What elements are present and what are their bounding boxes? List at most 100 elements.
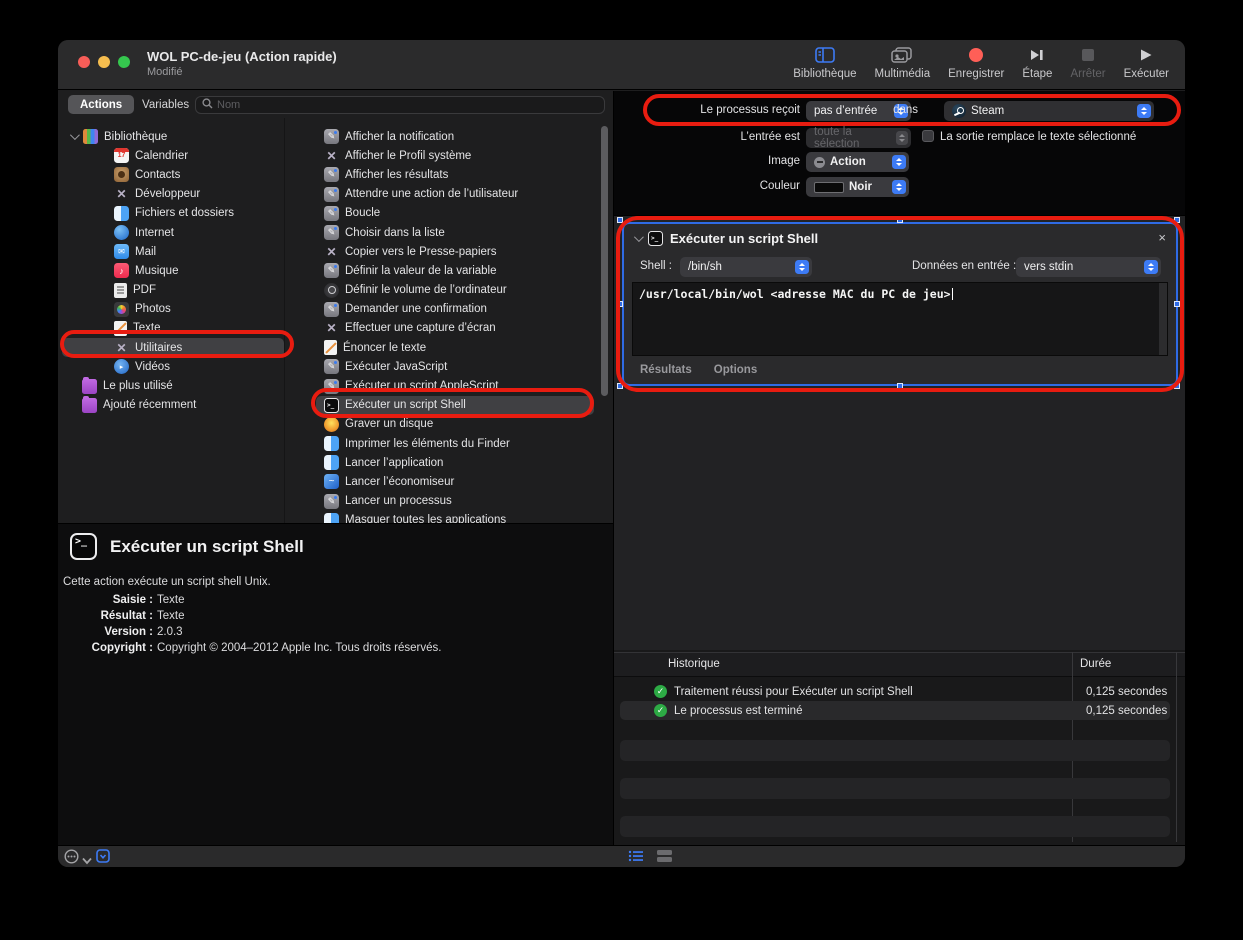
chevron-down-icon[interactable] bbox=[82, 852, 92, 867]
sidebar-item-utilitaires[interactable]: ✕Utilitaires bbox=[58, 338, 284, 357]
history-header: Historique Durée bbox=[614, 652, 1185, 677]
pdf-icon bbox=[114, 283, 127, 298]
results-button[interactable]: Résultats bbox=[640, 364, 692, 376]
selection-handle[interactable] bbox=[617, 217, 623, 223]
sidebar-item-texte[interactable]: Texte bbox=[58, 319, 284, 338]
script-scrollbar-track[interactable] bbox=[1159, 283, 1167, 355]
stdin-popup[interactable]: vers stdin bbox=[1016, 257, 1161, 277]
history-row[interactable]: ✓ Traitement réussi pour Exécuter un scr… bbox=[620, 682, 1170, 701]
minimize-window-button[interactable] bbox=[98, 56, 110, 68]
sidebar-item-videos[interactable]: ▸Vidéos bbox=[58, 357, 284, 376]
sidebar-item-photos[interactable]: Photos bbox=[58, 300, 284, 319]
media-icon bbox=[891, 45, 913, 65]
panels-view-icon[interactable] bbox=[656, 849, 673, 867]
utility-action-icon: ✕ bbox=[324, 244, 339, 259]
log-list-view-icon[interactable] bbox=[628, 849, 644, 867]
selection-handle[interactable] bbox=[617, 383, 623, 389]
close-window-button[interactable] bbox=[78, 56, 90, 68]
tab-actions[interactable]: Actions bbox=[68, 95, 134, 114]
action-list-item[interactable]: Lancer l’application bbox=[310, 453, 600, 472]
script-editor[interactable]: /usr/local/bin/wol <adresse MAC du PC de… bbox=[632, 282, 1168, 356]
shell-popup[interactable]: /bin/sh bbox=[680, 257, 812, 277]
title-bar: WOL PC-de-jeu (Action rapide) Modifié Bi… bbox=[58, 40, 1185, 90]
sidebar-item-ajoute-recemment[interactable]: Ajouté récemment bbox=[58, 396, 284, 415]
action-list-item[interactable]: Énoncer le texte bbox=[310, 338, 600, 357]
selection-handle[interactable] bbox=[897, 383, 903, 389]
image-popup[interactable]: Action bbox=[806, 152, 909, 172]
step-button[interactable]: Étape bbox=[1022, 45, 1052, 80]
contacts-icon bbox=[114, 167, 129, 182]
sidebar-item-calendrier[interactable]: 17Calendrier bbox=[58, 146, 284, 165]
smart-folder-icon bbox=[82, 379, 97, 394]
history-column-title: Historique bbox=[668, 658, 720, 670]
sidebar-item-musique[interactable]: ♪Musique bbox=[58, 261, 284, 280]
history-empty-row bbox=[620, 740, 1170, 761]
action-list-item[interactable]: Graver un disque bbox=[310, 415, 600, 434]
color-popup[interactable]: Noir bbox=[806, 177, 909, 197]
action-list-item[interactable]: ✎Demander une confirmation bbox=[310, 300, 600, 319]
options-button[interactable]: Options bbox=[714, 364, 757, 376]
sidebar-item-contacts[interactable]: Contacts bbox=[58, 165, 284, 184]
output-replaces-checkbox[interactable] bbox=[922, 130, 934, 142]
action-list-item[interactable]: ✎Lancer un processus bbox=[310, 492, 600, 511]
action-list-item[interactable]: ✎Boucle bbox=[310, 204, 600, 223]
tab-variables[interactable]: Variables bbox=[130, 95, 201, 114]
sidebar-item-pdf[interactable]: PDF bbox=[58, 281, 284, 300]
sidebar-item-le-plus-utilise[interactable]: Le plus utilisé bbox=[58, 376, 284, 395]
history-column-divider[interactable] bbox=[1176, 652, 1177, 842]
action-panel-title: Exécuter un script Shell bbox=[670, 231, 818, 246]
search-input[interactable]: Nom bbox=[195, 96, 605, 114]
action-list-item[interactable]: ✎Afficher les résultats bbox=[310, 165, 600, 184]
screensaver-icon: ~ bbox=[324, 474, 339, 489]
mail-icon: ✉ bbox=[114, 244, 129, 259]
window-status: Modifié bbox=[147, 66, 182, 78]
action-list-item[interactable]: ✕Effectuer une capture d’écran bbox=[310, 319, 600, 338]
action-list-item[interactable]: Imprimer les éléments du Finder bbox=[310, 434, 600, 453]
zoom-window-button[interactable] bbox=[118, 56, 130, 68]
sidebar-item-mail[interactable]: ✉Mail bbox=[58, 242, 284, 261]
selection-handle[interactable] bbox=[897, 217, 903, 223]
application-popup[interactable]: Steam bbox=[944, 101, 1154, 121]
globe-icon bbox=[114, 225, 129, 240]
more-options-icon[interactable] bbox=[64, 849, 79, 867]
shell-script-icon: >_ bbox=[324, 398, 339, 413]
action-list-item[interactable]: ✎Définir la valeur de la variable bbox=[310, 261, 600, 280]
action-list-item[interactable]: Masquer toutes les applications bbox=[310, 511, 600, 523]
sidebar-item-fichiers[interactable]: Fichiers et dossiers bbox=[58, 204, 284, 223]
action-list-item[interactable]: ✕Copier vers le Presse-papiers bbox=[310, 242, 600, 261]
media-button[interactable]: Multimédia bbox=[875, 45, 931, 80]
actions-list-scrollbar[interactable] bbox=[601, 126, 608, 396]
action-list-item[interactable]: ✎Attendre une action de l’utilisateur bbox=[310, 185, 600, 204]
action-list-item[interactable]: Définir le volume de l’ordinateur bbox=[310, 281, 600, 300]
record-button[interactable]: Enregistrer bbox=[948, 45, 1004, 80]
media-browser-toggle-icon[interactable] bbox=[96, 849, 110, 867]
close-action-icon[interactable]: × bbox=[1158, 230, 1166, 245]
library-columns: Bibliothèque 17Calendrier Contacts ✕Déve… bbox=[58, 118, 613, 523]
action-list-item[interactable]: ✎Afficher la notification bbox=[310, 127, 600, 146]
automator-action-icon: ✎ bbox=[324, 359, 339, 374]
collapse-chevron-icon[interactable] bbox=[634, 232, 644, 242]
sidebar-item-internet[interactable]: Internet bbox=[58, 223, 284, 242]
sidebar-item-developpeur[interactable]: ✕Développeur bbox=[58, 185, 284, 204]
action-list-item[interactable]: ~Lancer l’économiseur bbox=[310, 472, 600, 491]
action-list-item[interactable]: ✎Exécuter JavaScript bbox=[310, 357, 600, 376]
library-button[interactable]: Bibliothèque bbox=[793, 45, 856, 80]
action-list-item[interactable]: ✕Afficher le Profil système bbox=[310, 146, 600, 165]
selection-handle[interactable] bbox=[617, 301, 623, 307]
sidebar-item-bibliotheque[interactable]: Bibliothèque bbox=[58, 127, 284, 146]
popup-stepper-icon bbox=[896, 131, 908, 145]
action-list-item-shell[interactable]: >_Exécuter un script Shell bbox=[310, 396, 600, 415]
selection-handle[interactable] bbox=[1174, 301, 1180, 307]
selection-handle[interactable] bbox=[1174, 217, 1180, 223]
selection-handle[interactable] bbox=[1174, 383, 1180, 389]
action-list-item[interactable]: ✎Exécuter un script AppleScript bbox=[310, 376, 600, 395]
action-list-item[interactable]: ✎Choisir dans la liste bbox=[310, 223, 600, 242]
description-field-result: Résultat :Texte bbox=[58, 610, 185, 622]
run-button[interactable]: Exécuter bbox=[1124, 45, 1169, 80]
automator-action-icon: ✎ bbox=[324, 263, 339, 278]
step-forward-icon bbox=[1029, 45, 1045, 65]
history-row[interactable]: ✓ Le processus est terminé 0,125 seconde… bbox=[620, 701, 1170, 720]
popup-stepper-icon bbox=[795, 260, 809, 274]
selection-popup-disabled: toute la sélection bbox=[806, 128, 911, 148]
burn-disc-icon bbox=[324, 417, 339, 432]
